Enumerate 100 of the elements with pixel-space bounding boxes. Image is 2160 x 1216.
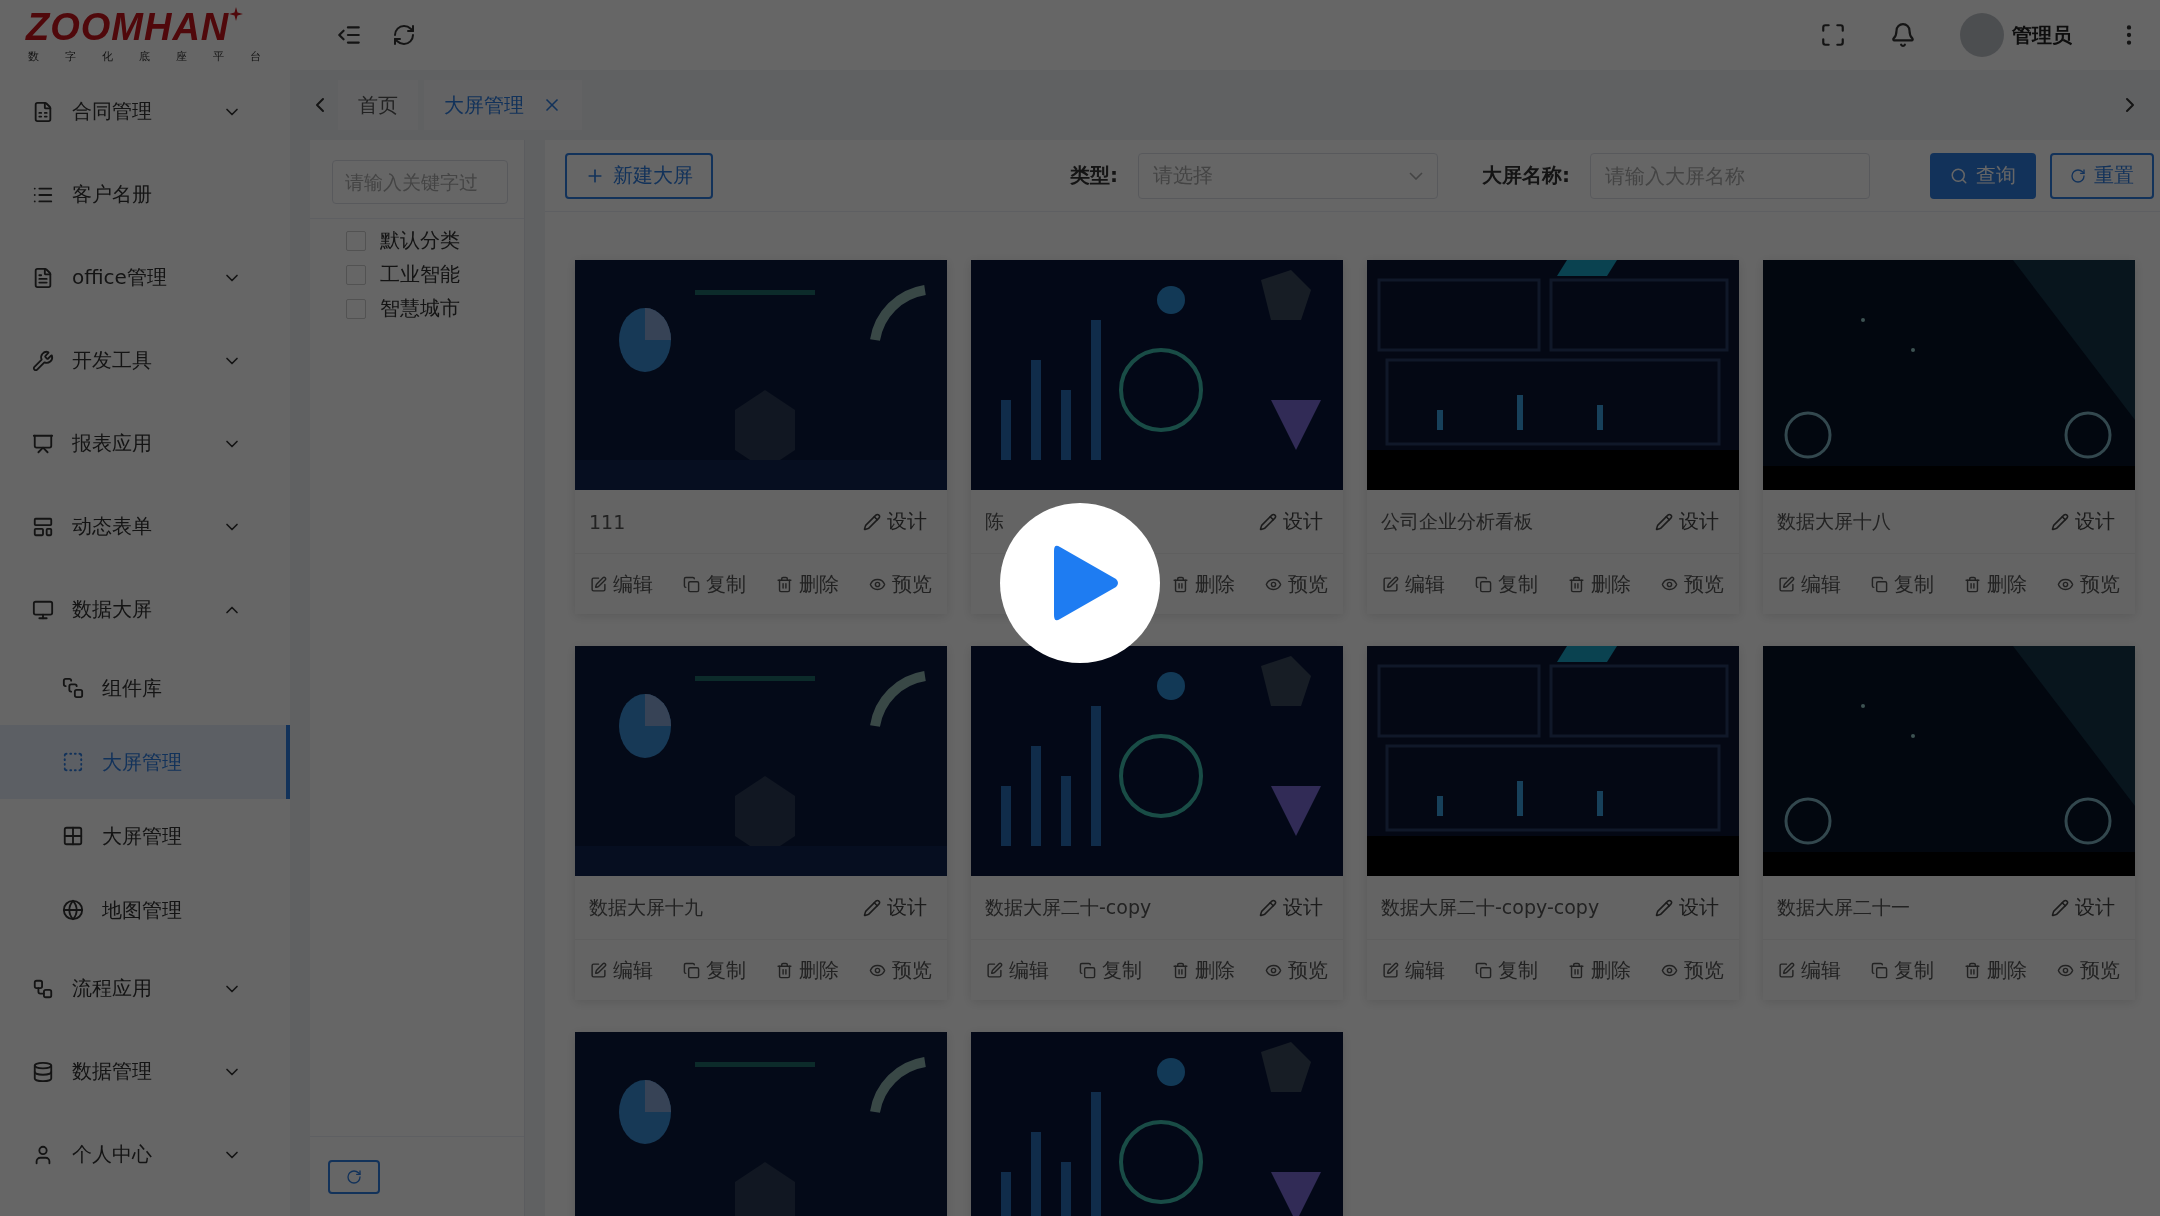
search-icon — [1950, 166, 1968, 185]
copy-icon — [1475, 575, 1492, 593]
copy-button[interactable]: 复制 — [668, 569, 761, 599]
grid-icon — [62, 825, 84, 847]
edit-button[interactable]: 编辑 — [971, 955, 1064, 985]
copy-button[interactable]: 复制 — [1856, 955, 1949, 985]
edit-button[interactable]: 编辑 — [575, 569, 668, 599]
trash-icon — [776, 575, 793, 593]
card-title: 数据大屏十九 — [589, 894, 703, 920]
sidebar-subitem[interactable]: 组件库 — [0, 651, 290, 725]
play-icon — [1054, 543, 1120, 623]
document-icon — [32, 266, 54, 289]
design-button[interactable]: 设计 — [1649, 507, 1725, 536]
copy-icon — [683, 575, 700, 593]
stack-icon — [62, 677, 84, 699]
delete-button[interactable]: 删除 — [1553, 569, 1646, 599]
pencil-icon — [2051, 512, 2069, 531]
design-button[interactable]: 设计 — [1253, 507, 1329, 536]
sidebar-item[interactable]: 客户名册 — [0, 153, 290, 236]
pencil-icon — [1655, 898, 1673, 917]
fullscreen-icon[interactable] — [1820, 22, 1846, 48]
refresh-icon[interactable] — [392, 23, 416, 47]
copy-icon — [1079, 961, 1096, 979]
card-title: 数据大屏二十-copy-copy — [1381, 894, 1600, 920]
design-button[interactable]: 设计 — [2045, 507, 2121, 536]
sidebar-item[interactable]: office管理 — [0, 236, 290, 319]
edit-icon — [1778, 575, 1795, 593]
name-label: 大屏名称: — [1482, 162, 1570, 189]
chevron-down-icon — [1409, 171, 1423, 180]
bell-icon[interactable] — [1890, 22, 1916, 48]
preview-button[interactable]: 预览 — [1646, 955, 1739, 985]
edit-button[interactable]: 编辑 — [1763, 955, 1856, 985]
layout-icon — [32, 515, 54, 538]
copy-button[interactable]: 复制 — [1460, 569, 1553, 599]
trash-icon — [1568, 961, 1585, 979]
sidebar-item[interactable]: 动态表单 — [0, 485, 290, 568]
preview-button[interactable]: 预览 — [1646, 569, 1739, 599]
wrench-icon — [32, 349, 54, 372]
presentation-icon — [32, 432, 54, 455]
tagline-char: 数 — [28, 48, 39, 64]
sidebar-item[interactable]: 数据管理 — [0, 1030, 290, 1113]
edit-button[interactable]: 编辑 — [575, 955, 668, 985]
query-button[interactable]: 查询 — [1930, 152, 2036, 199]
edit-icon — [986, 961, 1003, 979]
copy-icon — [1475, 961, 1492, 979]
sidebar-subitem[interactable]: 地图管理 — [0, 873, 290, 947]
design-button[interactable]: 设计 — [1253, 893, 1329, 922]
sidebar-item[interactable]: 合同管理 — [0, 70, 290, 153]
copy-button[interactable]: 复制 — [1856, 569, 1949, 599]
user-name[interactable]: 管理员 — [2012, 21, 2072, 49]
refresh-button[interactable] — [328, 1159, 380, 1194]
copy-button[interactable]: 复制 — [1460, 955, 1553, 985]
copy-button[interactable]: 复制 — [1064, 955, 1157, 985]
copy-button[interactable]: 复制 — [668, 955, 761, 985]
category-label: 默认分类 — [380, 227, 460, 254]
sidebar-item[interactable]: 个人中心 — [0, 1113, 290, 1196]
sidebar-subitem[interactable]: 大屏管理 — [0, 725, 290, 799]
tagline-char: 座 — [176, 48, 187, 64]
preview-button[interactable]: 预览 — [2042, 569, 2135, 599]
delete-button[interactable]: 删除 — [1553, 955, 1646, 985]
tagline-char: 底 — [139, 48, 150, 64]
design-button[interactable]: 设计 — [2045, 893, 2121, 922]
trash-icon — [1964, 961, 1981, 979]
workflow-icon — [32, 977, 54, 1000]
refresh-icon — [346, 1168, 362, 1185]
sidebar-subitem[interactable]: 大屏管理 — [0, 799, 290, 873]
edit-button[interactable]: 编辑 — [1367, 569, 1460, 599]
design-button[interactable]: 设计 — [857, 507, 933, 536]
copy-icon — [1871, 575, 1888, 593]
trash-icon — [1964, 575, 1981, 593]
delete-button[interactable]: 删除 — [1949, 955, 2042, 985]
delete-button[interactable]: 删除 — [761, 569, 854, 599]
delete-button[interactable]: 删除 — [1157, 569, 1250, 599]
delete-button[interactable]: 删除 — [1157, 955, 1250, 985]
trash-icon — [1172, 575, 1189, 593]
sidebar-item[interactable]: 报表应用 — [0, 402, 290, 485]
sidebar-item[interactable]: 开发工具 — [0, 319, 290, 402]
brand-logo: ZOOMHAN — [26, 6, 230, 47]
globe-icon — [62, 899, 84, 921]
delete-button[interactable]: 删除 — [761, 955, 854, 985]
preview-button[interactable]: 预览 — [1250, 569, 1343, 599]
card-title: 陈 — [985, 508, 1004, 534]
monitor-icon — [32, 598, 54, 621]
preview-button[interactable]: 预览 — [854, 955, 947, 985]
spreadsheet-icon — [32, 100, 54, 123]
design-button[interactable]: 设计 — [857, 893, 933, 922]
sidebar-item[interactable]: 数据大屏 — [0, 568, 290, 651]
sidebar-item[interactable]: 流程应用 — [0, 947, 290, 1030]
reset-button[interactable]: 重置 — [2050, 152, 2154, 199]
preview-button[interactable]: 预览 — [1250, 955, 1343, 985]
edit-button[interactable]: 编辑 — [1367, 955, 1460, 985]
edit-icon — [590, 961, 607, 979]
edit-button[interactable]: 编辑 — [1763, 569, 1856, 599]
card-title: 公司企业分析看板 — [1381, 508, 1533, 534]
preview-button[interactable]: 预览 — [854, 569, 947, 599]
preview-button[interactable]: 预览 — [2042, 955, 2135, 985]
design-button[interactable]: 设计 — [1649, 893, 1725, 922]
new-screen-button[interactable]: 新建大屏 — [565, 152, 713, 199]
card-title: 数据大屏二十-copy — [985, 894, 1152, 920]
delete-button[interactable]: 删除 — [1949, 569, 2042, 599]
